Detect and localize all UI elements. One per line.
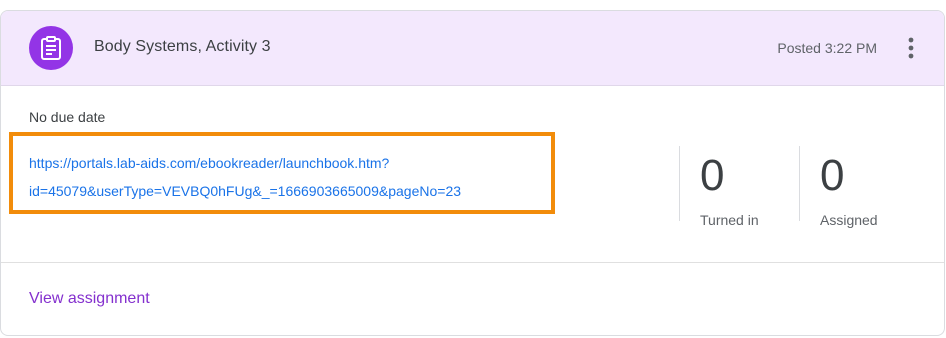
assignment-card: Body Systems, Activity 3 Posted 3:22 PM … [0,10,945,336]
assignment-header[interactable]: Body Systems, Activity 3 Posted 3:22 PM [1,11,944,86]
assigned-stat[interactable]: 0 Assigned [799,146,919,228]
assignment-clipboard-icon [29,26,73,70]
assignment-title: Body Systems, Activity 3 [94,38,271,55]
turned-in-count: 0 [700,151,725,200]
more-options-button[interactable] [896,33,926,63]
card-divider [1,262,944,263]
turned-in-label: Turned in [700,212,759,228]
more-vert-icon [908,37,914,59]
assigned-label: Assigned [820,212,878,228]
due-date: No due date [29,109,106,125]
turned-in-stat[interactable]: 0 Turned in [679,146,799,228]
link-line-2: id=45079&userType=VEVBQ0hFUg&_=166690366… [29,183,462,199]
view-assignment-link[interactable]: View assignment [29,290,150,308]
posted-time: Posted 3:22 PM [777,40,877,56]
link-line-1: https://portals.lab-aids.com/ebookreader… [29,155,390,171]
assigned-count: 0 [820,151,845,200]
assignment-link[interactable]: https://portals.lab-aids.com/ebookreader… [29,149,549,205]
